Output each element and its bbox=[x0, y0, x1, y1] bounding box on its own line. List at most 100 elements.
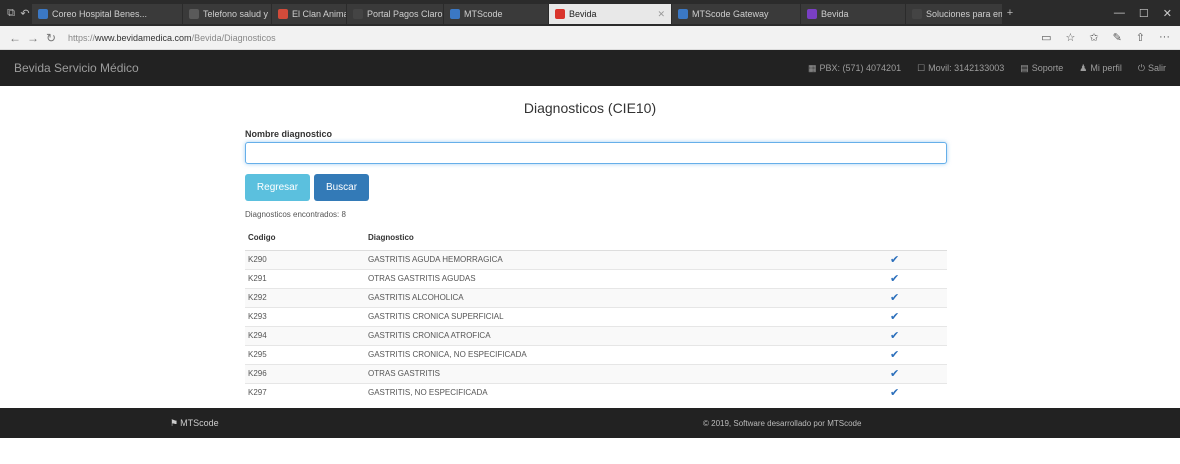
forward-arrow-icon[interactable]: → bbox=[24, 31, 42, 45]
notes-icon[interactable]: ✎ bbox=[1113, 31, 1122, 44]
diagnosis-code: K294 bbox=[245, 325, 365, 345]
tab-favicon-icon bbox=[555, 9, 565, 19]
support-link[interactable]: ▤ Soporte bbox=[1020, 63, 1063, 74]
favorites-hub-icon[interactable]: ✩ bbox=[1089, 31, 1098, 44]
diagnosis-name: GASTRITIS, NO ESPECIFICADA bbox=[365, 382, 887, 402]
nav-label: Salir bbox=[1147, 63, 1166, 73]
nav-label: Movil: 3142133003 bbox=[928, 63, 1005, 73]
tab-label: MTScode bbox=[464, 9, 503, 19]
browser-tab[interactable]: Bevida bbox=[801, 4, 905, 24]
footer: ⚑ MTScode © 2019, Software desarrollado … bbox=[0, 408, 1180, 438]
browser-tab[interactable]: Soluciones para empresa bbox=[906, 4, 1002, 24]
close-window-icon[interactable]: ✕ bbox=[1163, 7, 1172, 20]
select-check-icon[interactable]: ✔ bbox=[887, 363, 947, 383]
browser-tab[interactable]: Portal Pagos Claro bbox=[347, 4, 443, 24]
page-title: Diagnosticos (CIE10) bbox=[523, 100, 657, 116]
support-icon: ▤ bbox=[1020, 62, 1029, 73]
browser-tab[interactable]: Bevida ✕ bbox=[549, 4, 671, 24]
diagnosis-name-label: Nombre diagnostico bbox=[245, 129, 333, 139]
close-tab-icon[interactable]: ✕ bbox=[651, 9, 665, 20]
select-check-icon[interactable]: ✔ bbox=[887, 287, 947, 307]
footer-logo-text: MTScode bbox=[180, 418, 219, 428]
tab-label: MTScode Gateway bbox=[692, 9, 769, 19]
tab-favicon-icon bbox=[278, 9, 288, 19]
back-arrow-icon[interactable]: ← bbox=[6, 31, 24, 45]
footer-copyright: © 2019, Software desarrollado por MTScod… bbox=[703, 418, 862, 428]
tab-favicon-icon bbox=[189, 9, 199, 19]
browser-tab[interactable]: Telefono salud y ba... bbox=[183, 4, 271, 24]
user-icon: ♟ bbox=[1079, 62, 1088, 73]
power-icon: ⏻ bbox=[1137, 62, 1145, 73]
tab-actions-icon[interactable]: ⧉ bbox=[4, 7, 18, 20]
tab-label: Coreo Hospital Benes... bbox=[52, 9, 148, 19]
tab-favicon-icon bbox=[912, 9, 922, 19]
phone-icon: ▦ bbox=[808, 62, 817, 73]
tab-label: Soluciones para empresa bbox=[926, 9, 1002, 19]
diagnosis-name: GASTRITIS ALCOHOLICA bbox=[365, 287, 887, 307]
diagnosis-name: OTRAS GASTRITIS bbox=[365, 363, 887, 383]
column-header-diagnosis: Diagnostico bbox=[365, 226, 887, 251]
url-host: www.bevidamedica.com bbox=[95, 32, 192, 43]
reading-view-icon[interactable]: ▭ bbox=[1041, 31, 1051, 44]
nav-label: PBX: (571) 4074201 bbox=[819, 63, 902, 73]
table-row: K293 GASTRITIS CRONICA SUPERFICIAL ✔ bbox=[245, 306, 947, 326]
column-header-select bbox=[887, 226, 947, 251]
diagnosis-name: GASTRITIS AGUDA HEMORRAGICA bbox=[365, 249, 887, 269]
browser-tab[interactable]: Coreo Hospital Benes... bbox=[32, 4, 182, 24]
diagnosis-search-input[interactable] bbox=[245, 142, 947, 164]
browser-toolbar-right: ▭ ☆ ✩ ✎ ⇧ ··· bbox=[1041, 31, 1174, 44]
table-row: K294 GASTRITIS CRONICA ATROFICA ✔ bbox=[245, 325, 947, 345]
url-prefix: https:// bbox=[68, 32, 96, 43]
tab-list: Coreo Hospital Benes... Telefono salud y … bbox=[32, 2, 1003, 24]
tab-favicon-icon bbox=[450, 9, 460, 19]
table-row: K295 GASTRITIS CRONICA, NO ESPECIFICADA ✔ bbox=[245, 344, 947, 364]
logo-mark-icon: ⚑ bbox=[170, 417, 179, 428]
new-tab-button[interactable]: + bbox=[1003, 7, 1017, 19]
profile-link[interactable]: ♟ Mi perfil bbox=[1079, 63, 1122, 74]
browser-tab[interactable]: El Clan Animal bbox=[272, 4, 346, 24]
nav-label: Mi perfil bbox=[1090, 63, 1122, 73]
select-check-icon[interactable]: ✔ bbox=[887, 268, 947, 288]
mobile-icon: ☐ bbox=[917, 62, 926, 73]
back-button[interactable]: Regresar bbox=[245, 174, 310, 201]
logout-link[interactable]: ⏻ Salir bbox=[1138, 63, 1166, 74]
diagnosis-code: K292 bbox=[245, 287, 365, 307]
tab-label: Portal Pagos Claro bbox=[367, 9, 443, 19]
browser-tab[interactable]: MTScode Gateway bbox=[672, 4, 800, 24]
column-header-code: Codigo bbox=[245, 226, 365, 251]
phone-pbx-link[interactable]: ▦ PBX: (571) 4074201 bbox=[808, 63, 901, 74]
diagnosis-code: K296 bbox=[245, 363, 365, 383]
search-button[interactable]: Buscar bbox=[314, 174, 369, 201]
table-row: K292 GASTRITIS ALCOHOLICA ✔ bbox=[245, 287, 947, 307]
browser-tab[interactable]: MTScode bbox=[444, 4, 548, 24]
table-header-row: Codigo Diagnostico bbox=[245, 226, 947, 251]
results-count: Diagnosticos encontrados: 8 bbox=[245, 210, 346, 219]
select-check-icon[interactable]: ✔ bbox=[887, 325, 947, 345]
nav-label: Soporte bbox=[1031, 63, 1064, 73]
tab-label: Bevida bbox=[569, 9, 597, 19]
more-menu-icon[interactable]: ··· bbox=[1159, 31, 1170, 44]
diagnosis-table: Codigo Diagnostico K290 GASTRITIS AGUDA H… bbox=[245, 226, 947, 402]
window-controls: — ☐ ✕ bbox=[1114, 7, 1180, 20]
maximize-icon[interactable]: ☐ bbox=[1139, 7, 1149, 20]
share-icon[interactable]: ⇧ bbox=[1136, 31, 1145, 44]
tab-favicon-icon bbox=[38, 9, 48, 19]
main-content: Diagnosticos (CIE10) Nombre diagnostico … bbox=[0, 86, 1180, 408]
select-check-icon[interactable]: ✔ bbox=[887, 306, 947, 326]
mobile-link[interactable]: ☐ Movil: 3142133003 bbox=[917, 63, 1004, 74]
table-row: K290 GASTRITIS AGUDA HEMORRAGICA ✔ bbox=[245, 249, 947, 269]
select-check-icon[interactable]: ✔ bbox=[887, 344, 947, 364]
brand-link[interactable]: Bevida Servicio Médico bbox=[14, 61, 139, 75]
diagnosis-name: OTRAS GASTRITIS AGUDAS bbox=[365, 268, 887, 288]
favorite-star-icon[interactable]: ☆ bbox=[1065, 31, 1075, 44]
minimize-icon[interactable]: — bbox=[1114, 7, 1125, 20]
browser-tab-strip: ⧉ ↶ Coreo Hospital Benes... Telefono salu… bbox=[0, 0, 1180, 26]
back-tabs-icon[interactable]: ↶ bbox=[18, 7, 32, 20]
select-check-icon[interactable]: ✔ bbox=[887, 382, 947, 402]
table-row: K296 OTRAS GASTRITIS ✔ bbox=[245, 363, 947, 383]
refresh-icon[interactable]: ↻ bbox=[42, 31, 60, 45]
diagnosis-name: GASTRITIS CRONICA SUPERFICIAL bbox=[365, 306, 887, 326]
select-check-icon[interactable]: ✔ bbox=[887, 249, 947, 269]
url-field[interactable]: https://www.bevidamedica.com/Bevida/Diag… bbox=[68, 33, 276, 43]
tab-favicon-icon bbox=[353, 9, 363, 19]
